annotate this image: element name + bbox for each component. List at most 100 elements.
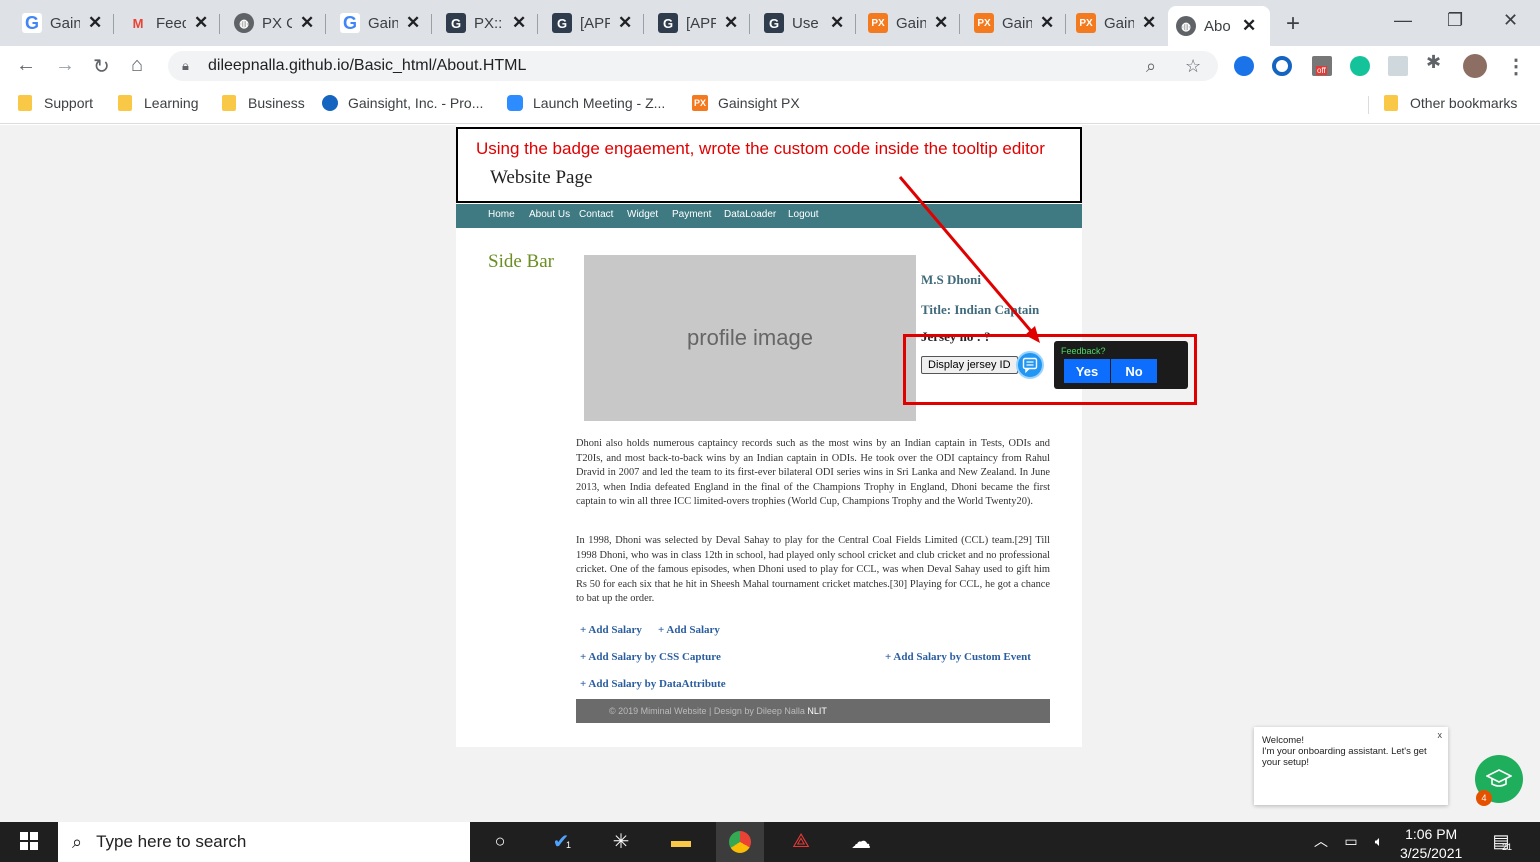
bio-paragraph-1: Dhoni also holds numerous captaincy reco…	[576, 438, 1050, 508]
notifications-icon[interactable]: ▤ 21	[1488, 828, 1514, 854]
bookmark-label: Launch Meeting - Z...	[533, 95, 666, 111]
windows-start-icon[interactable]	[16, 828, 42, 854]
bookmark-label: Other bookmarks	[1410, 95, 1518, 111]
minimize-icon[interactable]: —	[1394, 10, 1412, 31]
extension-scroll-icon[interactable]	[1388, 56, 1408, 76]
nav-payment[interactable]: Payment	[672, 209, 711, 220]
cloud-icon[interactable]: ☁	[848, 828, 874, 854]
bookmark-label: Support	[44, 95, 94, 111]
bookmark-learning[interactable]: Learning	[118, 95, 199, 111]
file-explorer-icon[interactable]: ▬	[668, 828, 694, 854]
extension-cloud-icon[interactable]	[1234, 56, 1254, 76]
tab-2[interactable]: M Feed ✕	[120, 4, 220, 42]
zoom-icon[interactable]: ⌕	[1146, 56, 1156, 77]
forward-icon[interactable]: →	[55, 54, 75, 77]
welcome-close-icon[interactable]: x	[1438, 730, 1443, 741]
tab-7[interactable]: G [APF ✕	[650, 4, 750, 42]
close-icon[interactable]: ✕	[406, 13, 420, 33]
add-salary-link-2[interactable]: + Add Salary	[658, 624, 720, 636]
new-tab-icon[interactable]: +	[1286, 10, 1300, 38]
bookmark-business[interactable]: Business	[222, 95, 305, 111]
extension-flag-icon[interactable]: off	[1312, 56, 1332, 76]
tab-8[interactable]: G Use ✕	[756, 4, 856, 42]
extension-o-icon[interactable]	[1272, 56, 1292, 76]
gainsight-icon: G	[446, 13, 466, 33]
avatar[interactable]	[1463, 54, 1487, 78]
todo-icon[interactable]: ✔ 1	[548, 828, 574, 854]
search-icon: ⌕	[72, 831, 83, 852]
footer-link[interactable]: NLIT	[807, 706, 827, 716]
address-bar[interactable]: 🔒︎ dileepnalla.github.io/Basic_html/Abou…	[168, 51, 1218, 81]
annotation-arrow	[898, 176, 1040, 343]
star-icon[interactable]: ☆	[1185, 56, 1201, 77]
menu-dots-icon[interactable]: ⋮	[1506, 54, 1526, 79]
tab-title: Feed	[156, 14, 186, 32]
close-icon[interactable]: ✕	[618, 13, 632, 33]
taskbar-search[interactable]: ⌕ Type here to search	[58, 822, 470, 862]
bookmark-support[interactable]: Support	[18, 95, 93, 111]
close-icon[interactable]: ✕	[1142, 13, 1156, 33]
tab-3[interactable]: ◍ PX C ✕	[226, 4, 326, 42]
grammarly-icon[interactable]	[1350, 56, 1370, 76]
google-icon: G	[22, 13, 42, 33]
tab-5[interactable]: G PX:: ✕	[438, 4, 538, 42]
url-text[interactable]: dileepnalla.github.io/Basic_html/About.H…	[208, 57, 526, 75]
chevron-up-icon[interactable]: ︿	[1308, 828, 1334, 854]
bookmark-gainsight-px[interactable]: PX Gainsight PX	[692, 95, 800, 111]
battery-icon[interactable]: ▭	[1338, 828, 1364, 854]
close-icon[interactable]: ✕	[724, 13, 738, 33]
taskbar-clock[interactable]: 1:06 PM 3/25/2021	[1400, 825, 1462, 862]
clock-time: 1:06 PM	[1405, 826, 1458, 842]
welcome-title: Welcome!	[1262, 735, 1305, 746]
add-salary-event-link[interactable]: + Add Salary by Custom Event	[885, 651, 1031, 663]
bookmark-other[interactable]: Other bookmarks	[1384, 95, 1517, 111]
close-icon[interactable]: ✕	[1040, 13, 1054, 33]
site-title: Website Page	[490, 167, 593, 188]
close-icon[interactable]: ✕	[934, 13, 948, 33]
gainsight-icon: G	[552, 13, 572, 33]
back-icon[interactable]: ←	[16, 54, 36, 77]
chrome-icon[interactable]	[716, 822, 764, 862]
tab-4[interactable]: G Gain ✕	[332, 4, 432, 42]
tab-title: [APF	[686, 14, 716, 32]
nav-widget[interactable]: Widget	[627, 209, 658, 220]
close-icon[interactable]: ✕	[194, 13, 208, 33]
tab-strip: G Gain ✕ M Feed ✕ ◍ PX C ✕ G Gain ✕ G PX…	[0, 0, 1540, 46]
tab-1[interactable]: G Gain ✕	[14, 4, 114, 42]
tab-12-active[interactable]: ◍ Abo ✕	[1168, 6, 1270, 46]
tab-9[interactable]: PX Gain ✕	[860, 4, 960, 42]
add-salary-css-link[interactable]: + Add Salary by CSS Capture	[580, 651, 721, 663]
nav-home[interactable]: Home	[488, 209, 515, 220]
add-salary-data-link[interactable]: + Add Salary by DataAttribute	[580, 678, 726, 690]
acrobat-icon[interactable]: ⟁	[788, 828, 814, 854]
page-viewport: Using the badge engaement, wrote the cus…	[0, 125, 1540, 822]
add-salary-link[interactable]: + Add Salary	[580, 624, 642, 636]
nav-logout[interactable]: Logout	[788, 209, 819, 220]
tab-11[interactable]: PX Gain ✕	[1068, 4, 1168, 42]
home-icon[interactable]: ⌂	[131, 54, 143, 77]
onboarding-welcome: x Welcome! I'm your onboarding assistant…	[1254, 727, 1448, 805]
close-icon[interactable]: ✕	[830, 13, 844, 33]
px-icon: PX	[974, 13, 994, 33]
window-close-icon[interactable]: ✕	[1503, 10, 1518, 31]
nav-dataloader[interactable]: DataLoader	[724, 209, 776, 220]
tab-10[interactable]: PX Gain ✕	[966, 4, 1066, 42]
bookmark-launch-meeting[interactable]: Launch Meeting - Z...	[507, 95, 665, 111]
reload-icon[interactable]: ↻	[93, 54, 110, 79]
slack-icon[interactable]: ✳	[608, 828, 634, 854]
tab-6[interactable]: G [APF ✕	[544, 4, 644, 42]
restore-icon[interactable]: ❐	[1447, 10, 1463, 31]
close-icon[interactable]: ✕	[512, 13, 526, 33]
close-icon[interactable]: ✕	[300, 13, 314, 33]
nav-about-us[interactable]: About Us	[529, 209, 570, 220]
cortana-icon[interactable]: ○	[487, 828, 513, 854]
close-icon[interactable]: ✕	[88, 13, 102, 33]
nav-contact[interactable]: Contact	[579, 209, 613, 220]
footer-text: © 2019 Miminal Website | Design by Dilee…	[609, 706, 805, 716]
volume-icon[interactable]: 🔈︎	[1366, 828, 1392, 854]
bookmark-gainsight-inc[interactable]: Gainsight, Inc. - Pro...	[322, 95, 483, 111]
puzzle-icon[interactable]: ✱	[1426, 52, 1446, 72]
google-icon: G	[340, 13, 360, 33]
close-icon[interactable]: ✕	[1242, 16, 1256, 36]
website-container: Using the badge engaement, wrote the cus…	[456, 125, 1197, 747]
